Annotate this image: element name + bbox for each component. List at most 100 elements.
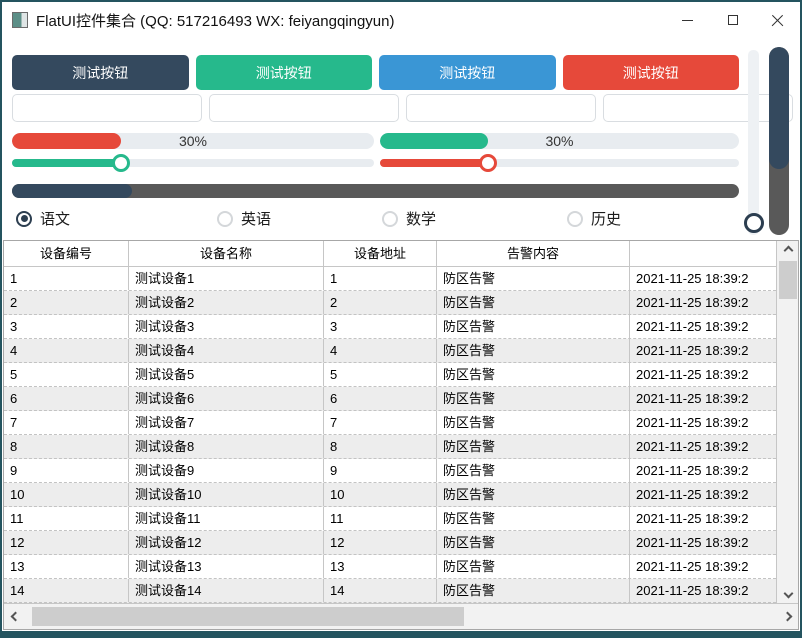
dark-progress-bar[interactable] [12, 184, 739, 198]
table-row[interactable]: 5 测试设备5 5 防区告警 2021-11-25 18:39:2 [4, 363, 776, 387]
cell-alarm-time: 2021-11-25 18:39:2 [636, 343, 749, 358]
cell-device-address: 7 [324, 411, 437, 434]
radio-yuwen[interactable]: 语文 [16, 208, 70, 229]
table-row[interactable]: 1 测试设备1 1 防区告警 2021-11-25 18:39:2 [4, 267, 776, 291]
col-header-device-address[interactable]: 设备地址 [324, 241, 437, 266]
cell-alarm-time: 2021-11-25 18:39:2 [636, 583, 749, 598]
table-row[interactable]: 2 测试设备2 2 防区告警 2021-11-25 18:39:2 [4, 291, 776, 315]
cell-device-address: 6 [324, 387, 437, 410]
test-button-green[interactable]: 测试按钮 [195, 55, 372, 90]
table-row[interactable]: 6 测试设备6 6 防区告警 2021-11-25 18:39:2 [4, 387, 776, 411]
cell-alarm-content: 防区告警 [437, 459, 630, 482]
vertical-slider-handle[interactable] [744, 213, 764, 233]
table-body: 1 测试设备1 1 防区告警 2021-11-25 18:39:2 2 测试设备… [4, 267, 776, 603]
slider-handle[interactable] [111, 154, 130, 172]
cell-alarm-time: 2021-11-25 18:39:2 [636, 511, 749, 526]
cell-device-address: 8 [324, 435, 437, 458]
table-row[interactable]: 4 测试设备4 4 防区告警 2021-11-25 18:39:2 [4, 339, 776, 363]
cell-device-address: 11 [324, 507, 437, 530]
table-row[interactable]: 9 测试设备9 9 防区告警 2021-11-25 18:39:2 [4, 459, 776, 483]
cell-device-id: 7 [4, 411, 129, 434]
table-horizontal-scrollbar[interactable] [4, 603, 798, 629]
cell-device-address: 3 [324, 315, 437, 338]
radio-label: 英语 [241, 211, 272, 228]
cell-alarm-content: 防区告警 [437, 579, 630, 602]
cell-device-name: 测试设备5 [129, 363, 324, 386]
maximize-button[interactable] [710, 2, 755, 38]
table-vertical-scrollbar[interactable] [776, 241, 798, 603]
cell-device-name: 测试设备4 [129, 339, 324, 362]
cell-alarm-content: 防区告警 [437, 363, 630, 386]
progress-value: 30% [178, 133, 208, 149]
window-controls [665, 2, 800, 38]
table-row[interactable]: 8 测试设备8 8 防区告警 2021-11-25 18:39:2 [4, 435, 776, 459]
scroll-left-button[interactable] [4, 604, 26, 629]
slider-green[interactable] [12, 154, 374, 172]
progress-value: 30% [545, 133, 574, 149]
table-row[interactable]: 11 测试设备11 11 防区告警 2021-11-25 18:39:2 [4, 507, 776, 531]
cell-device-address: 14 [324, 579, 437, 602]
cell-alarm-time: 2021-11-25 18:39:2 [636, 463, 749, 478]
cell-device-address: 12 [324, 531, 437, 554]
col-header-alarm-time[interactable] [630, 241, 776, 266]
progress-bar-red: 30% [12, 133, 374, 149]
test-button-navy[interactable]: 测试按钮 [12, 55, 189, 90]
button-row: 测试按钮 测试按钮 测试按钮 测试按钮 [12, 55, 739, 90]
col-header-device-id[interactable]: 设备编号 [4, 241, 129, 266]
scroll-up-button[interactable] [777, 241, 799, 260]
scroll-down-button[interactable] [777, 584, 799, 603]
col-header-alarm-content[interactable]: 告警内容 [437, 241, 630, 266]
col-header-device-name[interactable]: 设备名称 [129, 241, 324, 266]
test-button-red[interactable]: 测试按钮 [562, 55, 739, 90]
cell-alarm-content: 防区告警 [437, 411, 630, 434]
slider-handle[interactable] [478, 154, 497, 172]
cell-alarm-content: 防区告警 [437, 555, 630, 578]
radio-lishi[interactable]: 历史 [567, 208, 621, 229]
cell-alarm-content: 防区告警 [437, 387, 630, 410]
chevron-right-icon [782, 611, 792, 622]
test-button-blue[interactable]: 测试按钮 [379, 55, 556, 90]
cell-device-name: 测试设备6 [129, 387, 324, 410]
text-input-1[interactable] [12, 94, 202, 122]
cell-device-name: 测试设备2 [129, 291, 324, 314]
cell-device-name: 测试设备14 [129, 579, 324, 602]
cell-alarm-time: 2021-11-25 18:39:2 [636, 559, 749, 574]
cell-device-address: 2 [324, 291, 437, 314]
slider-red[interactable] [380, 154, 739, 172]
slider-fill [12, 159, 121, 167]
cell-device-address: 5 [324, 363, 437, 386]
text-input-3[interactable] [406, 94, 596, 122]
app-window: FlatUI控件集合 (QQ: 517216493 WX: feiyangqin… [0, 0, 802, 638]
close-button[interactable] [755, 2, 800, 38]
cell-device-name: 测试设备8 [129, 435, 324, 458]
text-input-2[interactable] [209, 94, 399, 122]
cell-device-id: 3 [4, 315, 129, 338]
table-row[interactable]: 3 测试设备3 3 防区告警 2021-11-25 18:39:2 [4, 315, 776, 339]
radio-label: 历史 [591, 211, 622, 228]
cell-alarm-time: 2021-11-25 18:39:2 [636, 391, 749, 406]
vertical-slider[interactable] [748, 50, 759, 235]
radio-icon [382, 210, 398, 227]
table-row[interactable]: 14 测试设备14 14 防区告警 2021-11-25 18:39:2 [4, 579, 776, 603]
cell-device-name: 测试设备1 [129, 267, 324, 290]
table-row[interactable]: 13 测试设备13 13 防区告警 2021-11-25 18:39:2 [4, 555, 776, 579]
cell-alarm-time: 2021-11-25 18:39:2 [636, 415, 749, 430]
cell-alarm-content: 防区告警 [437, 291, 630, 314]
table-row[interactable]: 7 测试设备7 7 防区告警 2021-11-25 18:39:2 [4, 411, 776, 435]
horizontal-scroll-thumb[interactable] [32, 607, 464, 626]
cell-device-name: 测试设备3 [129, 315, 324, 338]
table-row[interactable]: 12 测试设备12 12 防区告警 2021-11-25 18:39:2 [4, 531, 776, 555]
radio-yingyu[interactable]: 英语 [217, 208, 271, 229]
scroll-right-button[interactable] [776, 604, 798, 629]
cell-device-address: 1 [324, 267, 437, 290]
cell-alarm-content: 防区告警 [437, 531, 630, 554]
table-row[interactable]: 10 测试设备10 10 防区告警 2021-11-25 18:39:2 [4, 483, 776, 507]
radio-shuxue[interactable]: 数学 [382, 208, 436, 229]
minimize-button[interactable] [665, 2, 710, 38]
chevron-up-icon [783, 245, 793, 256]
vertical-progress-bar [769, 47, 789, 235]
cell-device-id: 14 [4, 579, 129, 602]
window-title: FlatUI控件集合 (QQ: 517216493 WX: feiyangqin… [36, 12, 395, 30]
vertical-scroll-thumb[interactable] [779, 261, 797, 299]
text-input-4[interactable] [603, 94, 793, 122]
